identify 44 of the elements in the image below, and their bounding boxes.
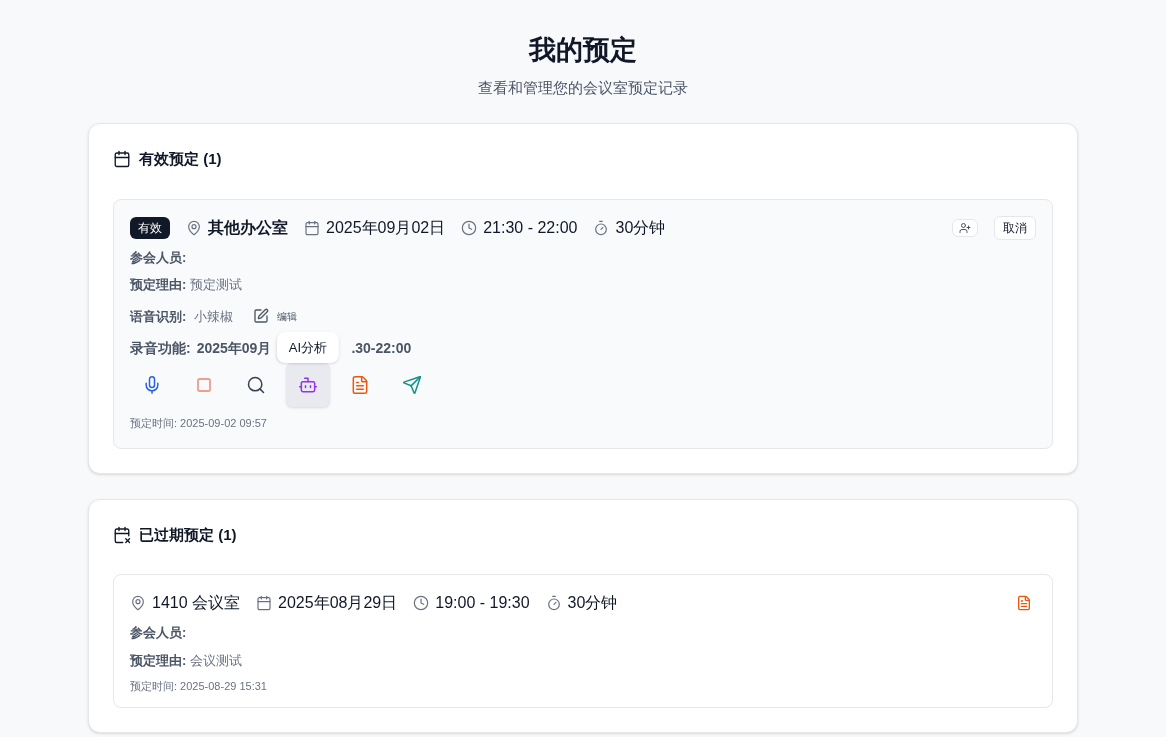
booking-meta: 19:00 - 19:30 <box>435 593 530 613</box>
field-label: 预定理由: <box>130 276 187 294</box>
add-person-icon <box>959 221 971 234</box>
timer-icon <box>593 219 610 236</box>
section-title: 已过期预定 (1) <box>139 524 237 545</box>
document-icon <box>1016 595 1032 611</box>
booked-time: 预定时间: 2025-08-29 15:31 <box>130 679 268 694</box>
calendar-icon <box>304 219 320 236</box>
booked-time: 预定时间: 2025-09-02 09:57 <box>130 416 268 431</box>
clock-icon <box>461 219 478 236</box>
page-title: 我的预定 <box>529 34 637 67</box>
booking-meta: 30分钟 <box>567 593 618 613</box>
booking-meta: 2025年08月29日 <box>278 593 398 613</box>
section-title: 有效预定 (1) <box>139 149 222 169</box>
edit-button[interactable]: 编辑 <box>253 308 298 325</box>
field-value: 会议测试 <box>190 651 243 670</box>
booking-meta: 2025年09月02日 <box>326 217 446 238</box>
edit-icon <box>253 308 270 325</box>
status-badge: 有效 <box>130 216 170 239</box>
calendar-icon <box>113 150 131 169</box>
field-value: 预定测试 <box>190 276 243 294</box>
field-label: 语音识别: <box>130 307 187 326</box>
page-subtitle: 查看和管理您的会议室预定记录 <box>478 77 688 98</box>
calendar-cross-icon <box>113 525 131 544</box>
booking-meta: 30分钟 <box>615 217 666 238</box>
location-icon <box>130 595 146 611</box>
field-value: 小辣椒 <box>194 307 234 326</box>
field-value: .30-22:00 <box>351 339 412 358</box>
field-value: 2025年09月 <box>196 339 272 358</box>
booking-meta: 其他办公室 <box>208 217 288 238</box>
field-label: 录音功能: <box>130 339 191 358</box>
tooltip: AI分析 <box>276 331 340 363</box>
cancel-button[interactable]: 取消 <box>994 215 1036 240</box>
field-label: 参会人员: <box>130 248 187 267</box>
bot-button[interactable] <box>286 363 330 407</box>
field-label: 参会人员: <box>130 624 187 642</box>
clock-icon <box>413 595 430 611</box>
location-icon <box>186 219 202 236</box>
timer-icon <box>545 595 562 611</box>
booking-meta: 1410 会议室 <box>152 593 241 613</box>
add-attendee-button[interactable] <box>952 218 978 237</box>
booking-meta: 21:30 - 22:00 <box>483 217 578 238</box>
calendar-icon <box>256 595 273 611</box>
field-label: 预定理由: <box>130 651 187 670</box>
